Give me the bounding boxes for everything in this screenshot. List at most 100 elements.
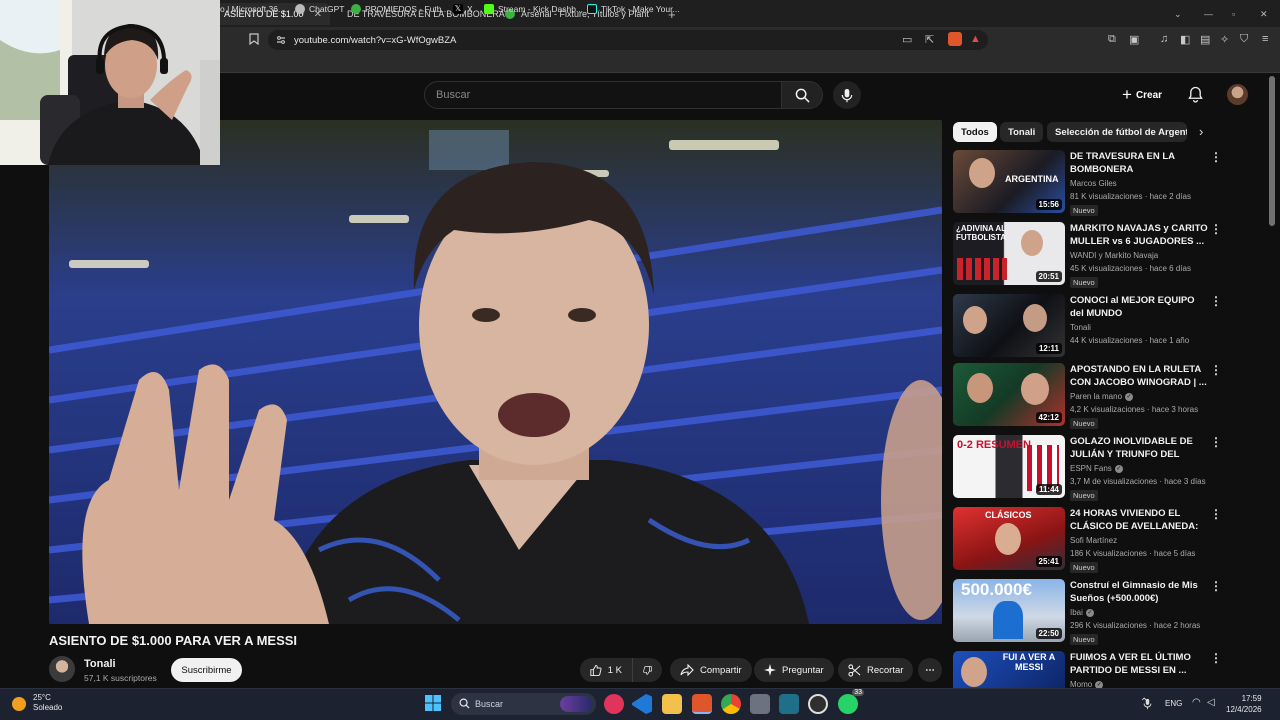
search-input[interactable]: Buscar (424, 81, 782, 109)
dislike-button[interactable] (632, 658, 662, 682)
recommendation-item[interactable]: 42:12 APOSTANDO EN LA RULETA CON JACOBO … (953, 363, 1223, 429)
more-vert-icon[interactable]: ⋮ (1210, 436, 1222, 448)
video-thumbnail[interactable]: 0-2 RESUMEN 11:44 (953, 435, 1065, 498)
bookmark-kick[interactable]: Stream - Kick Dashb... (484, 4, 583, 14)
rec-channel[interactable]: Ibai ✓ (1070, 608, 1094, 617)
video-thumbnail[interactable]: 12:11 (953, 294, 1065, 357)
brave-shield-icon[interactable] (948, 32, 962, 46)
wifi-icon[interactable]: ◠ (1192, 697, 1201, 708)
music-icon[interactable]: ♫ (1160, 33, 1168, 45)
address-bar[interactable]: youtube.com/watch?v=xG-WfOgwBZA (268, 30, 988, 50)
menu-icon[interactable]: ≡ (1262, 33, 1268, 45)
recommendation-item[interactable]: 500.000€ 22:50 Construí el Gimnasio de M… (953, 579, 1223, 645)
like-button[interactable]: 1 K (580, 658, 632, 682)
recommendation-item[interactable]: FUI A VER A MESSI FUIMOS A VER EL ÚLTIMO… (953, 651, 1223, 688)
extensions-icon[interactable]: ⧉ (1108, 33, 1116, 46)
more-vert-icon[interactable]: ⋮ (1210, 223, 1222, 235)
chip-all[interactable]: Todos (953, 122, 997, 142)
tab-manager-icon[interactable]: ▤ (1200, 33, 1210, 46)
more-vert-icon[interactable]: ⋮ (1210, 652, 1222, 664)
recommendation-item[interactable]: ARGENTINA 15:56 DE TRAVESURA EN LA BOMBO… (953, 150, 1223, 216)
more-vert-icon[interactable]: ⋮ (1210, 508, 1222, 520)
recommendation-item[interactable]: ¿ADIVINA AL FUTBOLISTA 20:51 MARKITO NAV… (953, 222, 1223, 288)
share-button[interactable]: Compartir (670, 658, 752, 682)
rec-title[interactable]: MARKITO NAVAJAS y CARITO MULLER vs 6 JUG… (1070, 222, 1208, 248)
store-icon[interactable] (750, 694, 770, 714)
taskbar-search[interactable]: Buscar (451, 693, 596, 715)
rec-channel[interactable]: Tonali (1070, 323, 1091, 332)
rec-title[interactable]: CONOCI al MEJOR EQUIPO del MUNDO (1070, 294, 1208, 320)
rec-channel[interactable]: Momo ✓ (1070, 680, 1104, 688)
channel-name[interactable]: Tonali (84, 658, 116, 670)
video-thumbnail[interactable]: FUI A VER A MESSI (953, 651, 1065, 688)
rec-title[interactable]: 24 HORAS VIVIENDO EL CLÁSICO DE AVELLANE… (1070, 507, 1208, 533)
recommendation-item[interactable]: 0-2 RESUMEN 11:44 GOLAZO INOLVIDABLE DE … (953, 435, 1223, 501)
microphone-icon[interactable] (1143, 697, 1152, 715)
media-player-icon[interactable] (604, 694, 624, 714)
app-icon[interactable] (779, 694, 799, 714)
tab-search-icon[interactable]: ⌄ (1166, 3, 1190, 25)
video-thumbnail[interactable]: CLÁSICOS 25:41 (953, 507, 1065, 570)
video-thumbnail[interactable]: 42:12 (953, 363, 1065, 426)
language-indicator[interactable]: ENG (1165, 699, 1182, 708)
rec-channel[interactable]: Marcos Giles (1070, 179, 1117, 188)
bookmark-promiedos[interactable]: PROMIEDOS - Futb... (351, 4, 449, 14)
brave-browser-icon[interactable] (692, 694, 712, 714)
recommendation-item[interactable]: 12:11 CONOCI al MEJOR EQUIPO del MUNDO T… (953, 294, 1223, 360)
rec-title[interactable]: DE TRAVESURA EN LA BOMBONERA (1070, 150, 1208, 176)
video-thumbnail[interactable]: ¿ADIVINA AL FUTBOLISTA 20:51 (953, 222, 1065, 285)
site-info-icon[interactable] (276, 35, 286, 48)
minimize-icon[interactable]: — (1196, 3, 1221, 25)
whatsapp-icon[interactable]: 33 (838, 689, 864, 714)
bookmark-x[interactable]: 𝕏X (453, 4, 473, 14)
volume-icon[interactable]: ◁ (1207, 697, 1215, 708)
bookmark-icon[interactable] (249, 33, 259, 48)
ask-button[interactable]: Preguntar (754, 658, 834, 682)
rec-title[interactable]: GOLAZO INOLVIDABLE DE JULIÁN Y TRIUNFO D… (1070, 435, 1208, 461)
video-thumbnail[interactable]: ARGENTINA 15:56 (953, 150, 1065, 213)
leo-ai-icon[interactable]: ✧ (1220, 33, 1229, 46)
create-button[interactable]: + Crear (1122, 84, 1162, 106)
notifications-button[interactable] (1188, 86, 1203, 108)
close-window-icon[interactable]: ✕ (1252, 3, 1276, 25)
bookmark-tiktok[interactable]: TikTok - Make Your... (587, 4, 680, 14)
rec-channel[interactable]: ESPN Fans ✓ (1070, 464, 1123, 473)
chip-tonali[interactable]: Tonali (1000, 122, 1044, 142)
vpn-icon[interactable]: ⛉ (1240, 33, 1248, 46)
rec-channel[interactable]: Paren la mano ✓ (1070, 392, 1134, 401)
channel-avatar[interactable] (49, 656, 75, 682)
sidebar-icon[interactable]: ◧ (1180, 33, 1190, 46)
share-icon[interactable]: ⇱ (925, 33, 934, 46)
clip-button[interactable]: Recortar (838, 658, 914, 682)
more-vert-icon[interactable]: ⋮ (1210, 364, 1222, 376)
more-vert-icon[interactable]: ⋮ (1210, 580, 1222, 592)
wallet-icon[interactable]: ▣ (1129, 33, 1139, 46)
search-button[interactable] (781, 81, 823, 109)
recommendation-item[interactable]: CLÁSICOS 25:41 24 HORAS VIVIENDO EL CLÁS… (953, 507, 1223, 573)
weather-widget[interactable]: 25°C Soleado (33, 693, 62, 713)
brave-rewards-icon[interactable]: ▲ (970, 33, 981, 45)
page-scrollbar[interactable] (1269, 76, 1275, 226)
bookmark-microsoft[interactable]: o | Microsoft 36... (220, 4, 285, 14)
github-icon[interactable] (808, 694, 828, 714)
video-thumbnail[interactable]: 500.000€ 22:50 (953, 579, 1065, 642)
more-vert-icon[interactable]: ⋮ (1210, 151, 1222, 163)
more-actions-button[interactable]: ⋯ (918, 658, 942, 682)
subscribe-button[interactable]: Suscribirme (171, 658, 242, 682)
windows-start-icon[interactable] (424, 694, 444, 714)
maximize-icon[interactable]: ▫ (1224, 3, 1243, 25)
chrome-icon[interactable] (721, 694, 741, 714)
rec-title[interactable]: FUIMOS A VER EL ÚLTIMO PARTIDO DE MESSI … (1070, 651, 1208, 677)
voice-search-button[interactable] (833, 81, 861, 109)
video-player[interactable] (49, 120, 942, 624)
rec-channel[interactable]: WANDI y Markito Navaja (1070, 251, 1158, 260)
account-avatar[interactable] (1227, 84, 1248, 105)
cast-icon[interactable]: ▭ (902, 33, 912, 46)
bookmark-chatgpt[interactable]: ChatGPT (295, 4, 344, 14)
file-explorer-icon[interactable] (662, 694, 682, 714)
rec-title[interactable]: APOSTANDO EN LA RULETA CON JACOBO WINOGR… (1070, 363, 1208, 389)
chip-seleccion[interactable]: Selección de fútbol de Argentina (1047, 122, 1187, 142)
chips-next-icon[interactable]: › (1199, 124, 1203, 139)
system-clock[interactable]: 17:59 12/4/2026 (1226, 693, 1262, 715)
rec-title[interactable]: Construí el Gimnasio de Mis Sueños (+500… (1070, 579, 1208, 605)
